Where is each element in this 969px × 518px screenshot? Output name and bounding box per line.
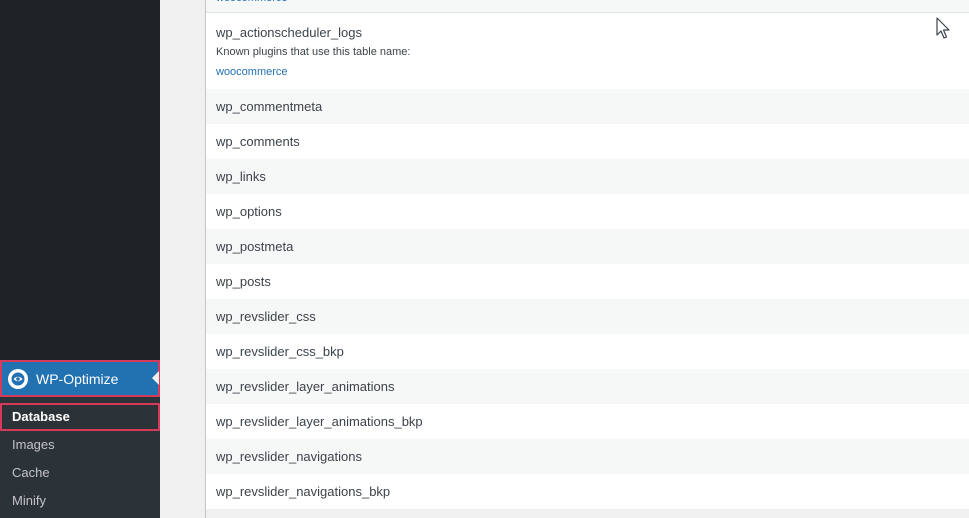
table-row: wp_comments [206, 124, 969, 159]
table-row: wp_postmeta [206, 229, 969, 264]
table-row: wp_actionscheduler_logs Known plugins th… [206, 13, 969, 89]
table-row: wp_revslider_css [206, 299, 969, 334]
submenu-item-cache[interactable]: Cache [0, 459, 160, 487]
table-row: wp_revslider_navigations_bkp [206, 474, 969, 509]
active-menu-arrow-icon [152, 371, 159, 385]
table-row: wp_options [206, 194, 969, 229]
plugin-link[interactable]: woocommerce [216, 66, 288, 78]
table-row: wp_posts [206, 264, 969, 299]
table-row: wp_revslider_layer_animations [206, 369, 969, 404]
wp-optimize-submenu: Database Images Cache Minify [0, 397, 160, 518]
submenu-item-images[interactable]: Images [0, 431, 160, 459]
table-row: wp_links [206, 159, 969, 194]
table-row: wp_revslider_css_bkp [206, 334, 969, 369]
table-row: woocommerce [206, 0, 969, 13]
plugin-link[interactable]: woocommerce [216, 0, 288, 4]
database-tables-list: woocommerce wp_actionscheduler_logs Know… [205, 0, 969, 518]
table-row: wp_revslider_navigations [206, 439, 969, 474]
table-name: wp_actionscheduler_logs [216, 25, 362, 40]
sidebar-item-label: WP-Optimize [36, 370, 119, 387]
submenu-item-minify[interactable]: Minify [0, 487, 160, 515]
submenu-item-database[interactable]: Database [0, 403, 160, 431]
sidebar-item-wp-optimize[interactable]: WP-Optimize [0, 360, 160, 397]
known-plugins-note: Known plugins that use this table name: [216, 46, 411, 58]
mouse-pointer-icon [936, 17, 950, 39]
admin-sidebar: WP-Optimize Database Images Cache Minify [0, 0, 160, 518]
wp-optimize-icon [8, 368, 28, 389]
table-row: wp_revslider_layer_animations_bkp [206, 404, 969, 439]
table-row: wp_commentmeta [206, 89, 969, 124]
table-rows: wp_commentmeta wp_comments wp_links wp_o… [206, 89, 969, 509]
